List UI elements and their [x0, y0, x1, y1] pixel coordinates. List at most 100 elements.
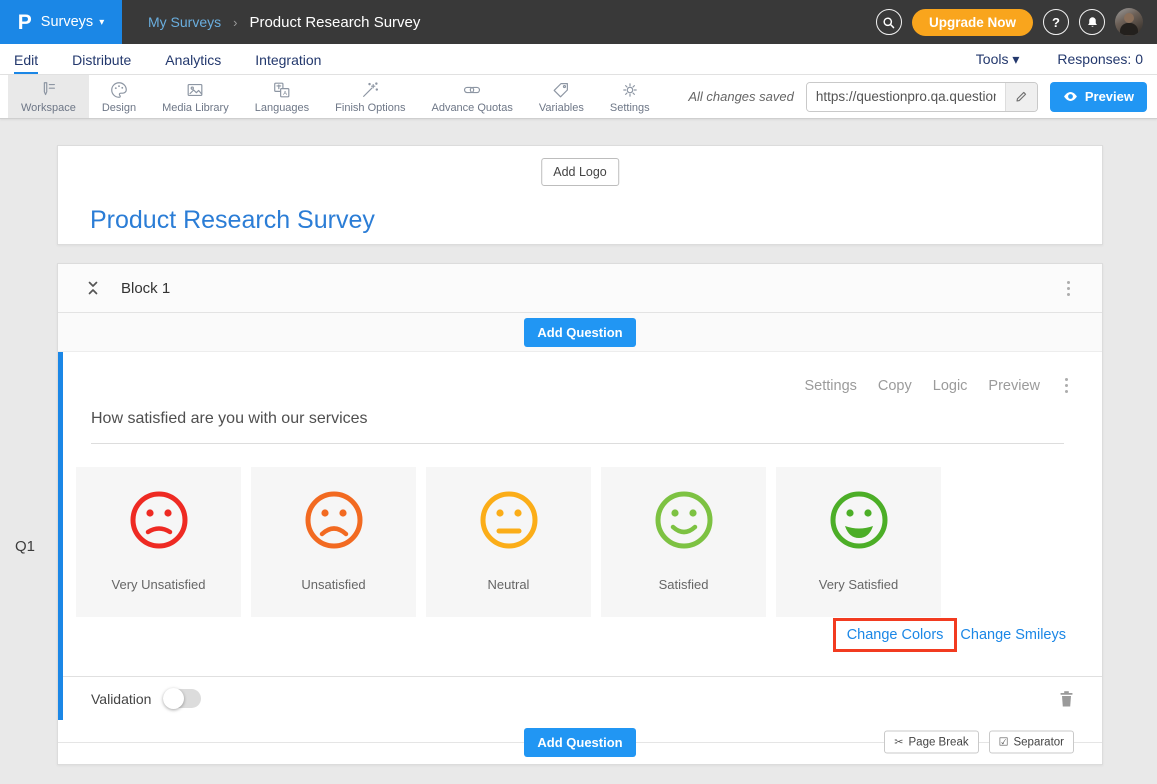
toolbar-media-library[interactable]: Media Library	[149, 75, 242, 118]
palette-icon	[109, 80, 129, 100]
toolbar-languages-label: Languages	[255, 102, 309, 114]
toggle-knob	[163, 688, 184, 709]
gear-icon	[620, 80, 640, 100]
toolbar-variables[interactable]: Variables	[526, 75, 597, 118]
smiley-links: Change Colors Change Smileys	[833, 618, 1066, 652]
tab-edit[interactable]: Edit	[14, 52, 38, 74]
block-menu-dots-icon[interactable]	[1063, 277, 1074, 300]
question-card: Settings Copy Logic Preview How satisfie…	[58, 352, 1102, 720]
add-question-button-top[interactable]: Add Question	[524, 318, 635, 347]
breadcrumb-current-survey: Product Research Survey	[249, 14, 420, 31]
question-preview-link[interactable]: Preview	[988, 378, 1040, 394]
block-header: Block 1	[58, 264, 1102, 313]
option-label: Neutral	[488, 577, 530, 592]
svg-text:A: A	[283, 90, 287, 96]
separator-button[interactable]: ☑ Separator	[989, 731, 1074, 754]
question-text[interactable]: How satisfied are you with our services	[91, 410, 1064, 444]
responses-count[interactable]: Responses: 0	[1057, 51, 1143, 68]
separator-label: Separator	[1013, 736, 1064, 748]
notifications-button[interactable]	[1079, 9, 1105, 35]
smiley-satisfied-icon	[652, 488, 716, 552]
smiley-unsatisfied-icon	[302, 488, 366, 552]
add-question-button-bottom[interactable]: Add Question	[524, 728, 635, 757]
option-very-satisfied[interactable]: Very Satisfied	[776, 467, 941, 617]
survey-url-input[interactable]	[807, 83, 1005, 111]
smiley-very-satisfied-icon	[827, 488, 891, 552]
footer-right-buttons: ✂ Page Break ☑ Separator	[884, 731, 1074, 754]
question-actions: Settings Copy Logic Preview	[804, 374, 1072, 397]
help-button[interactable]: ?	[1043, 9, 1069, 35]
toolbar-languages[interactable]: A Languages	[242, 75, 322, 118]
question-settings-link[interactable]: Settings	[804, 378, 856, 394]
validation-toggle[interactable]	[163, 689, 201, 708]
tag-icon	[551, 80, 571, 100]
option-very-unsatisfied[interactable]: Very Unsatisfied	[76, 467, 241, 617]
block-title[interactable]: Block 1	[121, 280, 170, 297]
toolbar-design-label: Design	[102, 102, 136, 114]
question-menu-dots-icon[interactable]	[1061, 374, 1072, 397]
workspace-canvas: Q1 Add Logo Product Research Survey Bloc…	[0, 119, 1157, 784]
toolbar-advance-quotas[interactable]: Advance Quotas	[418, 75, 525, 118]
questionpro-logo-icon: P	[18, 12, 32, 33]
search-icon	[882, 16, 895, 29]
toolbar-settings-label: Settings	[610, 102, 650, 114]
toolbar-workspace[interactable]: Workspace	[8, 75, 89, 118]
tab-distribute[interactable]: Distribute	[72, 52, 131, 74]
option-label: Unsatisfied	[301, 577, 365, 592]
edit-url-button[interactable]	[1005, 83, 1037, 111]
breadcrumb-separator-icon: ›	[233, 15, 237, 30]
chain-icon	[462, 80, 482, 100]
option-satisfied[interactable]: Satisfied	[601, 467, 766, 617]
question-mark-icon: ?	[1052, 15, 1060, 30]
add-question-row-top: Add Question	[58, 313, 1102, 352]
preview-button[interactable]: Preview	[1050, 82, 1147, 112]
bell-icon	[1086, 16, 1099, 29]
toolbar-design[interactable]: Design	[89, 75, 149, 118]
tab-analytics[interactable]: Analytics	[165, 52, 221, 74]
option-label: Very Unsatisfied	[112, 577, 206, 592]
nav-right: Tools ▾ Responses: 0	[976, 51, 1143, 74]
add-question-row-bottom: Add Question ✂ Page Break ☑ Separator	[58, 720, 1102, 764]
validation-label: Validation	[91, 691, 151, 707]
save-status-text: All changes saved	[688, 89, 794, 104]
collapse-block-icon[interactable]	[86, 281, 100, 295]
smiley-very-unsatisfied-icon	[127, 488, 191, 552]
page-break-button[interactable]: ✂ Page Break	[884, 731, 978, 754]
toolbar-right: All changes saved Preview	[688, 75, 1157, 118]
search-button[interactable]	[876, 9, 902, 35]
change-colors-link[interactable]: Change Colors	[847, 627, 944, 643]
option-unsatisfied[interactable]: Unsatisfied	[251, 467, 416, 617]
product-switcher[interactable]: P Surveys ▾	[0, 0, 122, 44]
user-avatar[interactable]	[1115, 8, 1143, 36]
delete-question-button[interactable]	[1059, 690, 1074, 707]
toolbar-settings[interactable]: Settings	[597, 75, 663, 118]
preview-button-label: Preview	[1085, 89, 1134, 104]
add-logo-button[interactable]: Add Logo	[541, 158, 619, 186]
survey-nav: Edit Distribute Analytics Integration To…	[0, 44, 1157, 75]
smiley-options: Very Unsatisfied Unsatisfied	[76, 467, 941, 617]
change-smileys-link[interactable]: Change Smileys	[960, 627, 1066, 643]
toolbar-finish-options-label: Finish Options	[335, 102, 405, 114]
pencil-icon	[1015, 90, 1028, 103]
toolbar-media-library-label: Media Library	[162, 102, 229, 114]
question-logic-link[interactable]: Logic	[933, 378, 968, 394]
breadcrumb: My Surveys › Product Research Survey	[148, 14, 420, 31]
topbar: P Surveys ▾ My Surveys › Product Researc…	[0, 0, 1157, 44]
checkbox-icon: ☑	[999, 736, 1009, 749]
survey-title[interactable]: Product Research Survey	[90, 206, 375, 235]
tab-integration[interactable]: Integration	[255, 52, 321, 74]
toolbar-finish-options[interactable]: Finish Options	[322, 75, 418, 118]
tools-menu[interactable]: Tools ▾	[976, 51, 1020, 68]
toolbar-workspace-label: Workspace	[21, 102, 76, 114]
question-copy-link[interactable]: Copy	[878, 378, 912, 394]
topbar-actions: Upgrade Now ?	[876, 8, 1157, 36]
breadcrumb-my-surveys[interactable]: My Surveys	[148, 14, 221, 30]
option-label: Satisfied	[659, 577, 709, 592]
scissors-icon: ✂	[894, 736, 903, 749]
question-number-label: Q1	[15, 538, 35, 555]
smiley-neutral-icon	[477, 488, 541, 552]
option-neutral[interactable]: Neutral	[426, 467, 591, 617]
wand-icon	[360, 80, 380, 100]
workspace-icon	[38, 80, 58, 100]
upgrade-now-button[interactable]: Upgrade Now	[912, 9, 1033, 36]
